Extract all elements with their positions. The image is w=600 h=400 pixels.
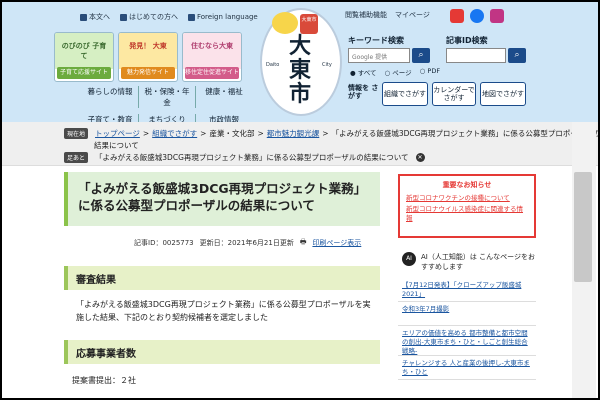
banner-attraction[interactable]: 発見！ 大東 魅力発信サイト (118, 32, 178, 82)
important-notice-box: 重要なお知らせ 新型コロナワクチンの接種について 新型コロナウイルス感染症に関連… (398, 174, 536, 238)
list-item[interactable]: エリアの価値を高める 都市整備と都市空間の創出-大東市まち・ひと・しごと創生総合… (398, 326, 536, 356)
nav-tax[interactable]: 税・保険・年金 (139, 86, 196, 108)
logo-daito: Daito (266, 62, 280, 68)
id-search-button[interactable]: ⌕ (508, 48, 526, 63)
article-id: 記事ID：0025773 (134, 239, 194, 247)
notice-covid-link[interactable]: 新型コロナウイルス感染症に関連する情報 (406, 205, 528, 223)
keyword-search-label: キーワード検索 (348, 36, 404, 45)
logo-badge: 大東市 (300, 14, 318, 34)
banner-title: のびのび 子育て (61, 42, 107, 60)
site-header: 本文へ はじめての方へ Foreign language のびのび 子育て 子育… (2, 2, 598, 125)
current-location-label: 現在地 (64, 128, 89, 139)
header-right-links: 閲覧補助機能 マイページ (345, 10, 430, 20)
search-by-calendar-button[interactable]: カレンダーで さがす (432, 82, 476, 106)
nav-row: 暮らしの情報 税・保険・年金 健康・福祉 (82, 86, 252, 108)
sns-links (450, 9, 504, 23)
mascot-icon (272, 12, 298, 34)
radio-pdf[interactable]: ○ PDF (420, 67, 440, 77)
search-by-organization-button[interactable]: 組織でさがす (382, 82, 428, 106)
print-link[interactable]: 印刷ページ表示 (312, 238, 361, 249)
nav-living[interactable]: 暮らしの情報 (82, 86, 139, 108)
close-icon[interactable]: ✕ (415, 153, 425, 162)
search-scope-radios: ● すべて ○ ページ ○ PDF (350, 67, 440, 77)
ai-recommend-header: AI AI（人工知能）は こんなページをおすすめします (402, 252, 536, 272)
breadcrumb-current-cont: 結果について (94, 141, 139, 150)
applicant-count: 提案書提出：２社 (72, 376, 136, 385)
radio-page[interactable]: ○ ページ (385, 67, 412, 77)
breadcrumb-top[interactable]: トップページ (95, 128, 140, 139)
breadcrumb-section[interactable]: 都市魅力観光課 (267, 128, 320, 139)
notice-vaccine-link[interactable]: 新型コロナワクチンの接種について (406, 194, 528, 203)
breadcrumb-row: 現在地 トップページ > 組織でさがす > 産業・文化部 > 都市魅力観光課 > 「よみ… (64, 128, 600, 139)
list-item[interactable]: 令和3年7月撮影 (398, 302, 536, 326)
mypage-link[interactable]: マイページ (395, 10, 430, 20)
keyword-search-input[interactable]: Google 提供 (348, 48, 410, 63)
banner-bg (119, 33, 177, 69)
facebook-icon[interactable] (470, 9, 484, 23)
breadcrumb: 現在地 トップページ > 組織でさがす > 産業・文化部 > 都市魅力観光課 > 「よみ… (2, 122, 598, 166)
banner-title: 住むなら大東 (191, 42, 233, 50)
keyword-search-button[interactable]: ⌕ (412, 48, 430, 63)
accessibility-link[interactable]: 閲覧補助機能 (345, 10, 387, 20)
section-result-text: 「よみがえる飯盛城3DCG再現プロジェクト業務」に係る公募型プロポーザルを実施し… (76, 300, 371, 322)
beginner-icon (120, 13, 127, 21)
breadcrumb-department: 産業・文化部 (209, 129, 255, 138)
logo-title: 大東市 (288, 33, 311, 107)
banner-title: 発見！ 大東 (129, 42, 167, 50)
ai-icon: AI (402, 252, 416, 266)
banner-label: 魅力発信サイト (121, 67, 175, 79)
section-heading-result: 審査結果 (64, 266, 380, 290)
list-item[interactable]: チャレンジする 人と産業の後押し-大東市まち・ひと (398, 356, 536, 380)
breadcrumb-current: 「よみがえる飯盛城3DCG再現プロジェクト業務」に係る公募型プロポーザルの (331, 129, 600, 138)
instagram-icon[interactable] (490, 9, 504, 23)
banner-childcare[interactable]: のびのび 子育て 子育て応援サイト (54, 32, 114, 82)
first-visit-link[interactable]: はじめての方へ (120, 12, 178, 22)
search-by-map-button[interactable]: 地図でさがす (480, 82, 526, 106)
notice-title: 重要なお知らせ (442, 181, 492, 189)
history-label: 足あと (64, 152, 89, 163)
top-links: 本文へ はじめての方へ Foreign language (80, 12, 258, 22)
ai-recommend-text: AI（人工知能）は こんなページをおすすめします (421, 253, 535, 271)
article-updated: 更新日：2021年6月21日更新 (199, 239, 294, 247)
scrollbar-thumb[interactable] (574, 172, 592, 282)
banner-bg (183, 33, 241, 69)
print-icon: 🖶 (299, 238, 307, 246)
home-icon (80, 13, 87, 21)
foreign-language-link[interactable]: Foreign language (188, 12, 258, 22)
breadcrumb-organization[interactable]: 組織でさがす (152, 128, 197, 139)
browser-frame: 本文へ はじめての方へ Foreign language のびのび 子育て 子育… (0, 0, 600, 400)
list-item[interactable]: 【7月12日発表】「クローズアップ飯盛城2021」 (398, 278, 536, 302)
banner-relocation[interactable]: 住むなら大東 移住定住促進サイト (182, 32, 242, 82)
page-title: 「よみがえる飯盛城3DCG再現プロジェクト業務」に係る公募型プロポーザルの結果に… (64, 172, 380, 226)
section-heading-applicants: 応募事業者数 (64, 340, 380, 364)
id-search-label: 記事ID検索 (446, 36, 488, 45)
banner-row: のびのび 子育て 子育て応援サイト 発見！ 大東 魅力発信サイト 住むなら大東 … (54, 32, 242, 82)
globe-icon (188, 13, 195, 21)
ai-recommend-list: 【7月12日発表】「クローズアップ飯盛城2021」 令和3年7月撮影 エリアの価… (398, 278, 536, 380)
article-meta: 記事ID：0025773 更新日：2021年6月21日更新 🖶 印刷ページ表示 (134, 238, 361, 249)
banner-label: 子育て応援サイト (57, 67, 111, 79)
youtube-icon[interactable] (450, 9, 464, 23)
radio-all[interactable]: ● すべて (350, 67, 377, 77)
banner-label: 移住定住促進サイト (185, 67, 239, 79)
history-item[interactable]: 「よみがえる飯盛城3DCG再現プロジェクト業務」に係る公募型プロポーザルの結果に… (95, 152, 409, 163)
info-search-label: 情報を さがす (348, 84, 379, 100)
nav-health[interactable]: 健康・福祉 (196, 86, 252, 108)
id-search-input[interactable] (446, 48, 506, 63)
logo-city: City (322, 62, 332, 68)
history-row: 足あと 「よみがえる飯盛城3DCG再現プロジェクト業務」に係る公募型プロポーザル… (64, 152, 425, 163)
skip-to-content-link[interactable]: 本文へ (80, 12, 110, 22)
